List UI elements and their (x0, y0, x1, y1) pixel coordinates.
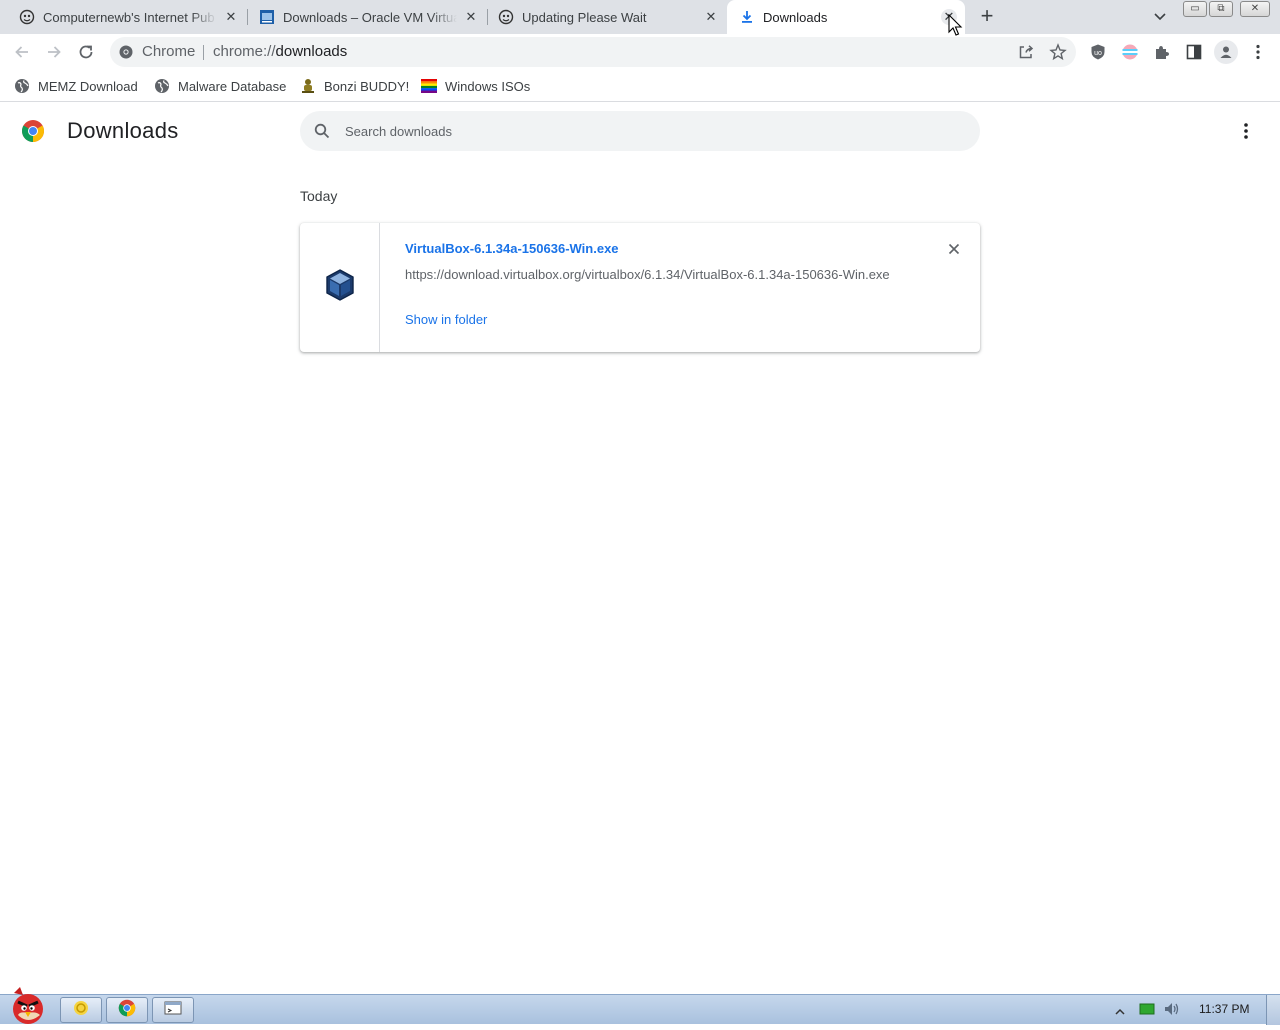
taskbar-explorer-button[interactable] (60, 997, 102, 1023)
explorer-icon (72, 999, 90, 1022)
virtualbox-icon (325, 269, 355, 306)
pride-extension-icon[interactable] (1120, 42, 1140, 62)
forward-arrow-icon (48, 46, 61, 58)
virtualbox-site-icon (259, 9, 275, 25)
tray-expand-icon[interactable] (1115, 1003, 1125, 1021)
show-desktop-button[interactable] (1266, 995, 1280, 1025)
url-text[interactable]: chrome://downloads (213, 43, 347, 60)
tab-label: Computernewb's Internet Pub (43, 9, 215, 25)
tab-label: Downloads (763, 9, 828, 25)
bookmark-windows-isos[interactable]: Windows ISOs (421, 76, 530, 96)
svg-text:uo: uo (1094, 50, 1102, 57)
url-scheme: chrome:// (213, 43, 276, 60)
tab-virtualbox-downloads[interactable]: Downloads – Oracle VM Virtual ✕ (247, 0, 487, 34)
globe-icon (14, 78, 30, 94)
forward-button[interactable] (42, 40, 66, 64)
chrome-logo-icon (21, 119, 45, 143)
download-icon (739, 9, 755, 25)
tab-updating[interactable]: Updating Please Wait ✕ (487, 0, 727, 34)
profile-avatar-icon[interactable] (1214, 40, 1238, 64)
reload-button[interactable] (74, 40, 98, 64)
tab-close-icon[interactable]: ✕ (703, 9, 719, 25)
download-source-url[interactable]: https://download.virtualbox.org/virtualb… (405, 267, 890, 282)
remove-download-icon[interactable] (944, 239, 964, 259)
chrome-icon (118, 999, 136, 1022)
show-in-folder-link[interactable]: Show in folder (405, 312, 487, 327)
tab-label: Updating Please Wait (522, 9, 647, 25)
reload-icon (79, 45, 93, 59)
bookmark-label: MEMZ Download (38, 78, 138, 94)
share-icon[interactable] (1016, 42, 1036, 62)
taskbar-terminal-button[interactable] (152, 997, 194, 1023)
bookmark-malware-database[interactable]: Malware Database (154, 76, 286, 96)
extensions-puzzle-icon[interactable] (1152, 42, 1172, 62)
toolbar: Chrome chrome://downloads uo (0, 34, 1280, 70)
tab-close-icon[interactable]: ✕ (463, 9, 479, 25)
download-item: VirtualBox-6.1.34a-150636-Win.exe https:… (300, 223, 980, 352)
omnibox-separator (203, 45, 204, 60)
window-close-button[interactable]: ✕ (1240, 1, 1270, 17)
tab-search-chevron-icon[interactable] (1150, 8, 1170, 26)
taskbar: 11:37 PM (0, 987, 1280, 1025)
terminal-icon (164, 1000, 182, 1021)
bookmark-label: Windows ISOs (445, 78, 531, 94)
bookmark-star-icon[interactable] (1048, 42, 1068, 62)
volume-icon[interactable] (1163, 1001, 1181, 1022)
file-icon-cell (300, 223, 380, 352)
back-arrow-icon (15, 46, 28, 58)
tab-label: Downloads – Oracle VM Virtual (283, 9, 457, 25)
computernewb-icon (498, 9, 514, 25)
ublock-shield-icon[interactable]: uo (1088, 42, 1108, 62)
download-file-name-link[interactable]: VirtualBox-6.1.34a-150636-Win.exe (405, 241, 619, 256)
bookmarks-bar: MEMZ Download Malware Database Bonzi BUD… (0, 70, 1280, 102)
new-tab-button[interactable]: + (976, 5, 998, 28)
minimize-button[interactable]: ▭ (1183, 1, 1207, 17)
mouse-cursor-icon (948, 13, 964, 43)
tab-computernewb[interactable]: Computernewb's Internet Pub ✕ (0, 0, 247, 34)
bookmark-memz-download[interactable]: MEMZ Download (14, 76, 138, 96)
chrome-menu-icon[interactable] (1248, 42, 1268, 62)
computernewb-icon (19, 9, 35, 25)
bonzi-icon (300, 78, 316, 94)
url-host: downloads (275, 43, 348, 60)
page-title: Downloads (67, 118, 179, 143)
restore-button[interactable]: ⧉ (1209, 1, 1233, 17)
side-panel-icon[interactable] (1184, 42, 1204, 62)
search-icon (314, 123, 330, 144)
bookmark-label: Malware Database (178, 78, 287, 94)
system-tray (1115, 1001, 1181, 1022)
rainbow-flag-icon (421, 78, 437, 94)
network-icon[interactable] (1139, 1002, 1155, 1021)
tab-close-icon[interactable]: ✕ (223, 9, 239, 25)
taskbar-clock[interactable]: 11:37 PM (1199, 1002, 1249, 1016)
address-bar[interactable]: Chrome chrome://downloads (110, 37, 1076, 67)
tab-strip: Computernewb's Internet Pub ✕ Downloads … (0, 0, 1280, 34)
chrome-page-icon[interactable] (118, 44, 134, 65)
downloads-page: Downloads Today VirtualBox-6.1.34a-15063… (0, 103, 1280, 994)
omnibox-chip: Chrome (142, 43, 196, 60)
bookmark-bonzi-buddy[interactable]: Bonzi BUDDY! (300, 76, 409, 96)
bookmark-label: Bonzi BUDDY! (324, 78, 410, 94)
taskbar-chrome-button[interactable] (106, 997, 148, 1023)
globe-icon (154, 78, 170, 94)
back-button[interactable] (10, 40, 34, 64)
more-actions-menu-icon[interactable] (1236, 121, 1256, 141)
start-button-angry-bird-icon[interactable] (4, 985, 52, 1025)
date-header: Today (300, 188, 338, 204)
search-input[interactable] (345, 121, 945, 141)
search-bar[interactable] (300, 111, 980, 151)
tab-downloads[interactable]: Downloads ✕ (727, 0, 965, 34)
